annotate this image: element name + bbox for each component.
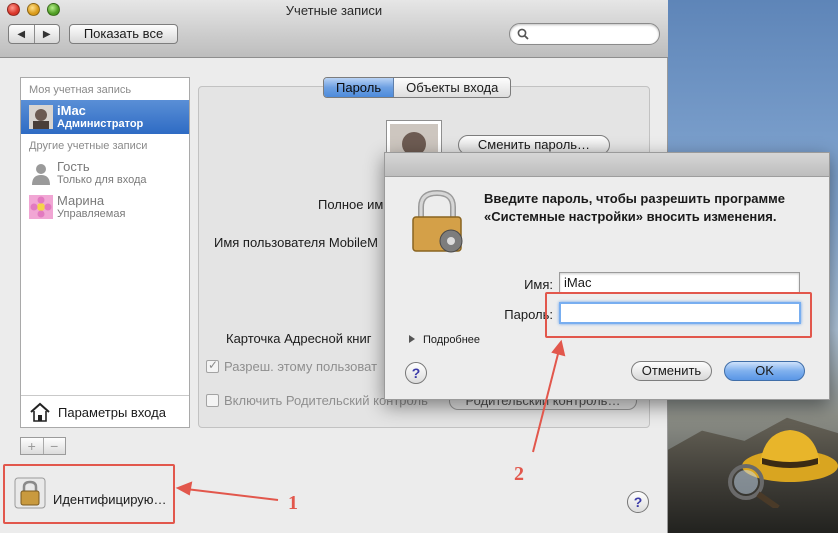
show-all-button[interactable]: Показать все [69,24,178,44]
full-name-label: Полное им [318,197,384,212]
dialog-title-strip [385,153,829,177]
mobileme-label: Имя пользователя MobileM [214,235,378,250]
sidebar-item-marina[interactable]: Марина Управляемая [21,190,189,224]
ok-button[interactable]: OK [724,361,805,381]
lock-status-label: Идентифицирую… [53,492,167,507]
sidebar-item-guest[interactable]: Гость Только для входа [21,156,189,190]
disclosure-triangle-icon [409,335,415,343]
guest-name: Гость [57,159,90,174]
forward-arrow-icon[interactable]: ▶ [35,25,60,43]
password-highlight-frame [545,292,812,338]
dialog-message: Введите пароль, чтобы разрешить программ… [484,191,785,224]
add-account-button[interactable]: + [21,438,44,454]
details-label: Подробнее [423,334,481,346]
marina-name: Марина [57,193,105,208]
guest-silhouette-icon [32,164,50,185]
flower-avatar-icon [29,195,53,219]
add-remove-control: + − [20,437,66,455]
sidebar-item-current-user[interactable]: iMac Администратор [21,100,189,134]
username-field[interactable]: iMac [559,272,800,294]
lock-with-gear-icon [412,189,463,253]
cancel-button[interactable]: Отменить [631,361,712,381]
house-icon [30,402,50,422]
marina-role: Управляемая [57,208,126,220]
desktop-hat-image [728,430,838,508]
current-user-name: iMac [57,103,86,118]
tab-login-items[interactable]: Объекты входа [394,78,510,97]
window-toolbar: Учетные записи ◀ ▶ Показать все [0,0,668,58]
help-icon[interactable]: ? [627,491,649,513]
back-arrow-icon[interactable]: ◀ [9,25,35,43]
search-input[interactable] [509,23,660,45]
tab-password[interactable]: Пароль [324,78,395,97]
annotation-number-2: 2 [514,463,524,485]
allow-admin-checkbox-row[interactable]: Разреш. этому пользоват [206,358,378,374]
dialog-password-label: Пароль: [504,307,553,322]
login-options-label: Параметры входа [58,405,166,420]
dialog-help-icon[interactable]: ? [405,362,427,384]
dialog-name-label: Имя: [524,277,553,292]
tab-bar: Пароль Объекты входа [323,77,512,98]
remove-account-button[interactable]: − [44,438,66,454]
user-avatar-icon [29,105,53,129]
back-forward-control: ◀ ▶ [8,24,60,44]
other-accounts-header: Другие учетные записи [29,140,148,152]
login-options-item[interactable]: Параметры входа [21,395,189,427]
search-icon [517,28,529,40]
current-user-role: Администратор [57,118,144,130]
details-disclosure[interactable]: Подробнее [409,334,480,346]
annotation-number-1: 1 [288,492,298,514]
guest-role: Только для входа [57,174,147,186]
parental-controls-checkbox[interactable] [206,394,219,407]
allow-admin-label: Разреш. этому пользоват [224,359,378,374]
window-title: Учетные записи [285,3,383,18]
accounts-sidebar: Моя учетная запись iMac Администратор Др… [20,77,190,428]
my-account-header: Моя учетная запись [29,84,132,96]
allow-admin-checkbox[interactable] [206,358,219,373]
padlock-icon[interactable] [14,477,46,509]
address-card-label: Карточка Адресной книг [226,331,372,346]
